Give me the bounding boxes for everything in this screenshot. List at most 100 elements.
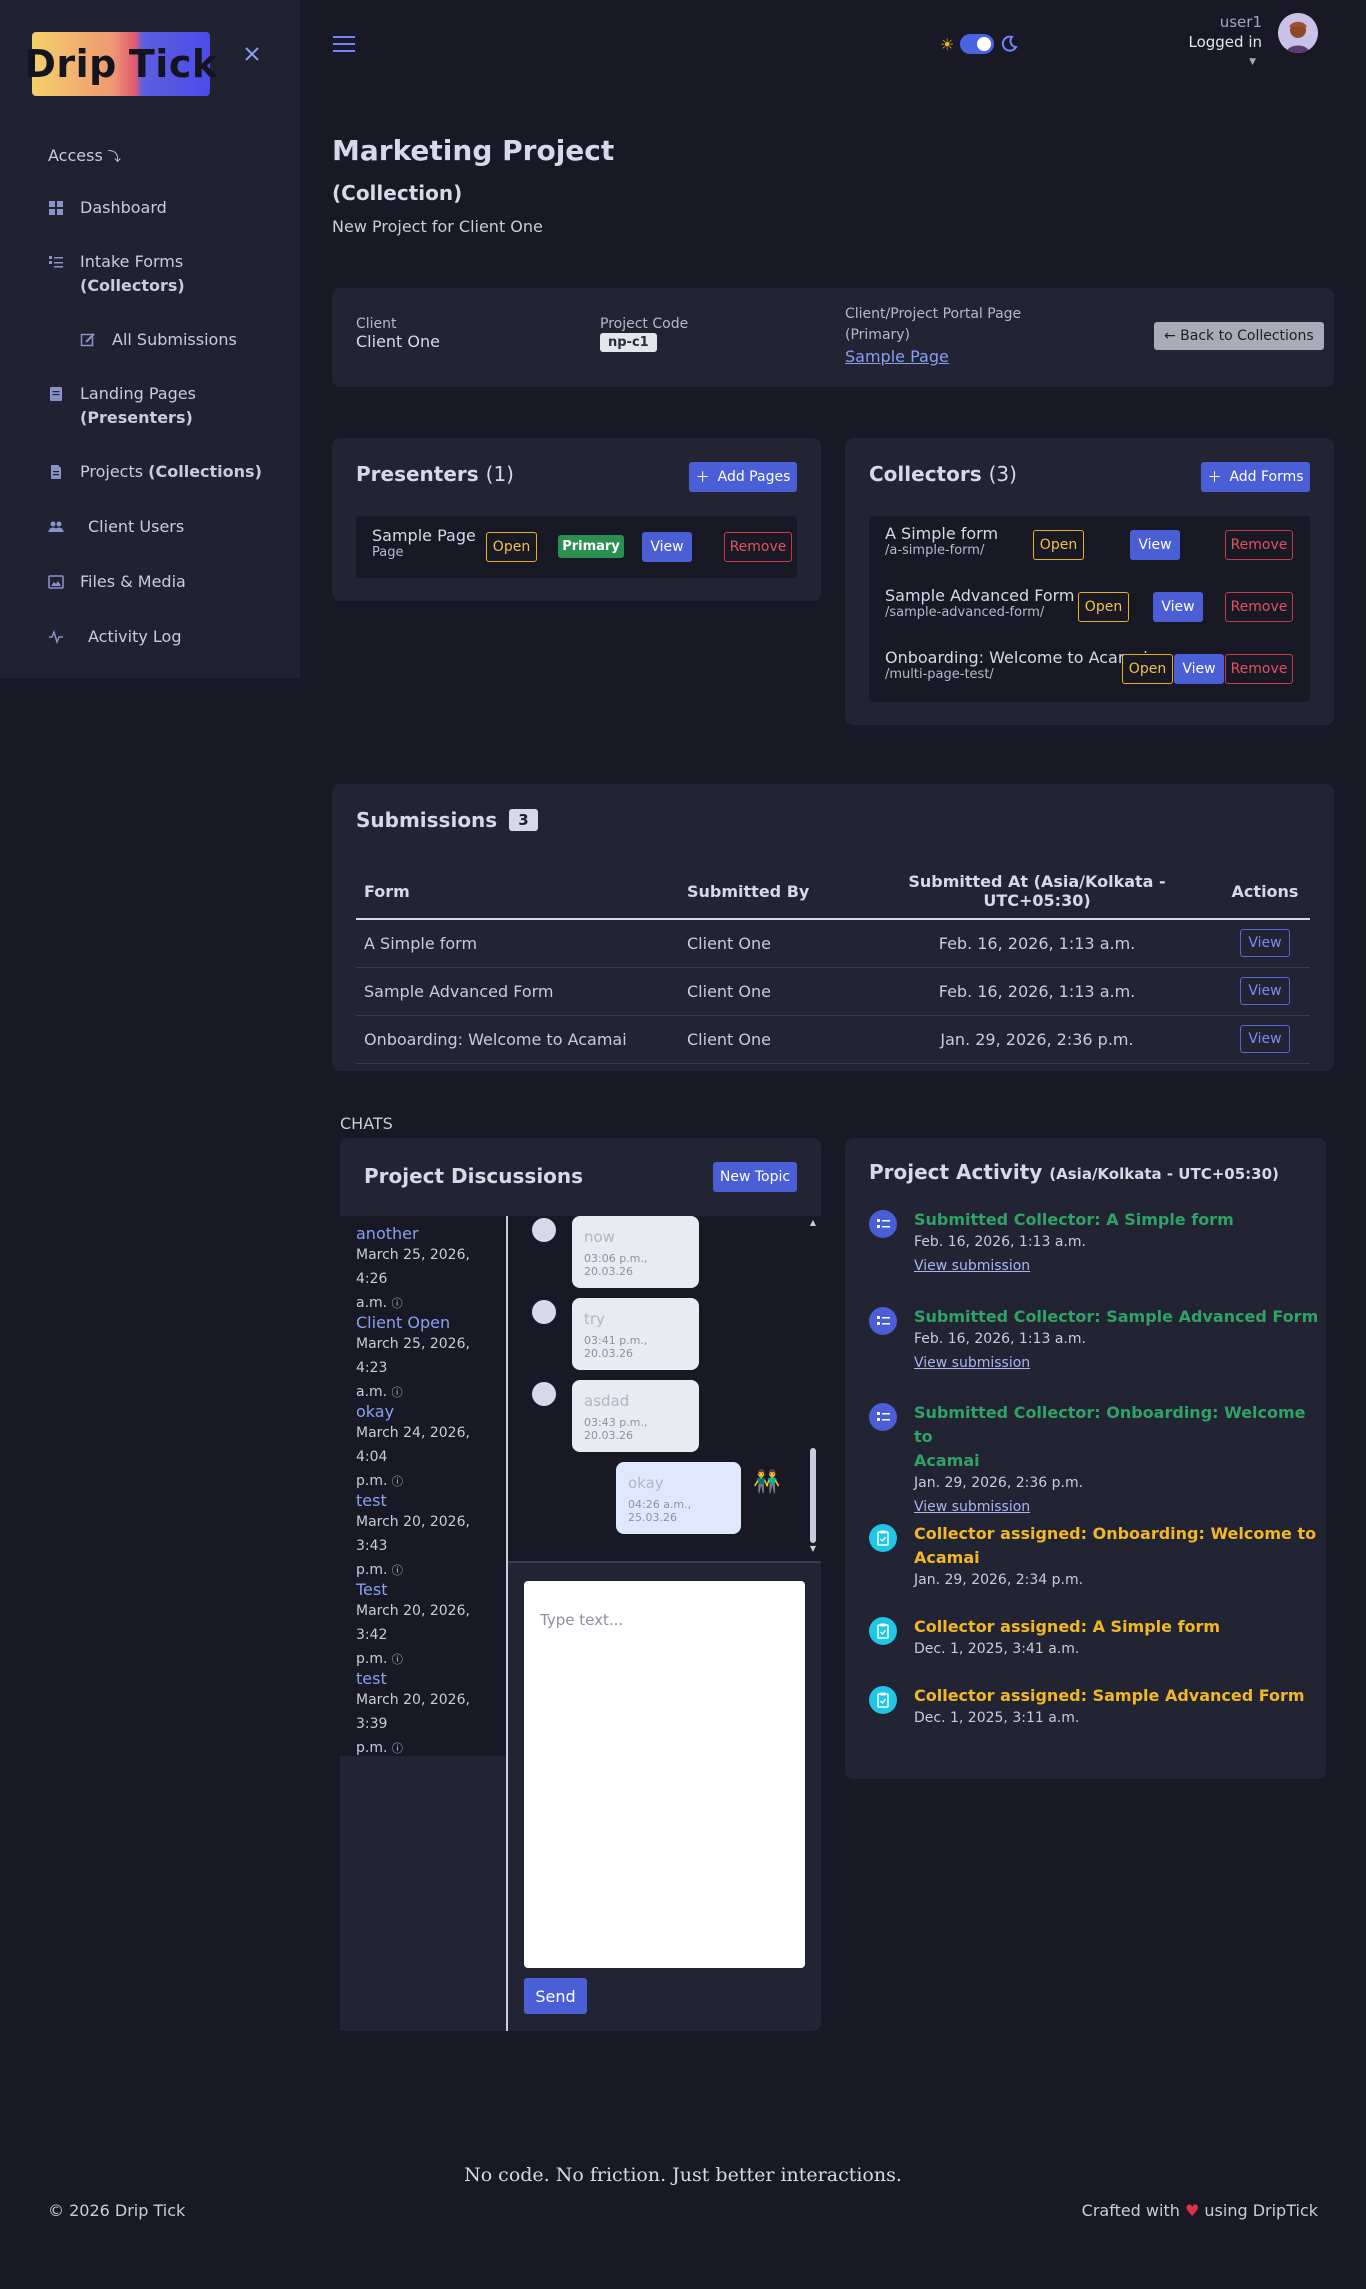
sidebar-item-client-users[interactable]: Client Users xyxy=(48,515,184,539)
sidebar-item-projects[interactable]: Projects (Collections) xyxy=(48,460,262,484)
column-header-actions: Actions xyxy=(1220,864,1310,920)
back-to-collections-button[interactable]: ← Back to Collections xyxy=(1154,322,1324,350)
clipboard-icon xyxy=(869,1524,897,1552)
open-button[interactable]: Open xyxy=(1033,530,1084,560)
message-input[interactable]: Type text... xyxy=(524,1581,805,1968)
view-submission-link[interactable]: View submission xyxy=(914,1353,1318,1373)
view-button[interactable]: View xyxy=(1130,530,1180,560)
column-header-submitted-by: Submitted By xyxy=(679,864,854,920)
open-button[interactable]: Open xyxy=(1122,654,1173,684)
scrollbar-thumb[interactable] xyxy=(810,1448,816,1543)
topic-item[interactable]: Client Open March 25, 2026, 4:23 a.m. ⓘ xyxy=(356,1313,501,1405)
info-icon: ⓘ xyxy=(391,1475,403,1488)
remove-button[interactable]: Remove xyxy=(1225,654,1293,684)
user-menu[interactable]: user1 Logged in ▼ xyxy=(1188,12,1262,72)
theme-switch[interactable]: ☀ xyxy=(940,34,1018,54)
remove-button[interactable]: Remove xyxy=(724,532,792,562)
topic-name: Test xyxy=(356,1580,388,1599)
send-button[interactable]: Send xyxy=(524,1978,587,2014)
view-button[interactable]: View xyxy=(642,532,692,562)
messages-pane: now 03:06 p.m., 20.03.26 try 03:41 p.m., 2… xyxy=(508,1216,821,1561)
topic-name: test xyxy=(356,1669,387,1688)
form-list-icon xyxy=(49,256,63,268)
activity-item-date: Dec. 1, 2025, 3:41 a.m. xyxy=(914,1641,1080,1657)
activity-item-title: Submitted Collector: Onboarding: Welcome… xyxy=(914,1403,1306,1446)
view-submission-button[interactable]: View xyxy=(1240,977,1290,1005)
activity-item-date: Dec. 1, 2025, 3:11 a.m. xyxy=(914,1710,1080,1726)
scroll-up-icon[interactable]: ▲ xyxy=(808,1218,818,1227)
remove-button[interactable]: Remove xyxy=(1225,530,1293,560)
sidebar-item-intake-forms[interactable]: Intake Forms (Collectors) xyxy=(48,250,185,298)
activity-item-date: Jan. 29, 2026, 2:34 p.m. xyxy=(914,1572,1084,1588)
client-value: Client One xyxy=(356,332,440,351)
primary-badge: Primary xyxy=(558,535,624,558)
message-text: now xyxy=(584,1228,615,1246)
add-pages-label: Add Pages xyxy=(717,469,791,485)
close-icon[interactable] xyxy=(240,42,264,66)
view-button[interactable]: View xyxy=(1174,654,1224,684)
avatar-image xyxy=(1278,13,1318,53)
sidebar-item-activity-log[interactable]: Activity Log xyxy=(48,625,182,649)
add-forms-label: Add Forms xyxy=(1229,469,1304,485)
sidebar-item-files-media[interactable]: Files & Media xyxy=(48,570,186,594)
topic-item[interactable]: Test March 20, 2026, 3:42 p.m. ⓘ xyxy=(356,1580,501,1672)
topic-date: March 25, 2026, 4:26 a.m. ⓘ xyxy=(356,1243,501,1316)
footer-tagline: No code. No friction. Just better intera… xyxy=(464,2164,902,2186)
cell-submitted-at: Jan. 29, 2026, 2:36 p.m. xyxy=(854,1015,1220,1064)
sidebar-item-sub: (Collections) xyxy=(148,462,262,481)
new-topic-button[interactable]: New Topic xyxy=(713,1162,797,1192)
activity-timezone: (Asia/Kolkata - UTC+05:30) xyxy=(1049,1165,1279,1183)
collector-name: Sample Advanced Form xyxy=(885,586,1075,605)
theme-toggle[interactable] xyxy=(960,34,995,54)
activity-item: Collector assigned: Onboarding: Welcome … xyxy=(914,1522,1316,1590)
remove-button[interactable]: Remove xyxy=(1225,592,1293,622)
login-status: Logged in xyxy=(1188,33,1262,51)
topic-item[interactable]: okay March 24, 2026, 4:04 p.m. ⓘ xyxy=(356,1402,501,1494)
view-submission-link[interactable]: View submission xyxy=(914,1256,1234,1276)
open-button[interactable]: Open xyxy=(1078,592,1129,622)
access-label[interactable]: Access ⤵ xyxy=(48,146,121,165)
collector-name: Onboarding: Welcome to Acamai xyxy=(885,648,1148,667)
topic-date-line2: p.m. xyxy=(356,1740,388,1756)
activity-item: Collector assigned: A Simple form Dec. 1… xyxy=(914,1615,1220,1659)
page-subtitle: (Collection) xyxy=(332,181,463,205)
sidebar-item-landing-pages[interactable]: Landing Pages (Presenters) xyxy=(48,382,196,430)
message-input-placeholder: Type text... xyxy=(540,1611,624,1629)
sidebar-item-sub: (Presenters) xyxy=(80,408,193,427)
sidebar-item-label: Activity Log xyxy=(88,627,182,646)
topic-item[interactable]: test March 20, 2026, 3:39 p.m. ⓘ xyxy=(356,1669,501,1761)
collectors-title-text: Collectors xyxy=(869,462,982,486)
page-title: Marketing Project xyxy=(332,134,615,167)
open-button[interactable]: Open xyxy=(486,532,537,562)
portal-page-link[interactable]: Sample Page xyxy=(845,347,949,366)
chats-section-label: CHATS xyxy=(340,1114,393,1133)
topic-item[interactable]: another March 25, 2026, 4:26 a.m. ⓘ xyxy=(356,1224,501,1316)
people-emoji-icon: 👬 xyxy=(753,1470,781,1495)
brand-logo[interactable]: Drip Tick xyxy=(24,32,217,96)
message-time: 03:41 p.m., 20.03.26 xyxy=(584,1334,648,1360)
view-submission-button[interactable]: View xyxy=(1240,1025,1290,1053)
cell-form: A Simple form xyxy=(356,919,679,968)
activity-item: Submitted Collector: Sample Advanced For… xyxy=(914,1305,1318,1373)
sidebar-item-dashboard[interactable]: Dashboard xyxy=(48,196,167,220)
scroll-down-icon[interactable]: ▼ xyxy=(808,1544,818,1553)
add-pages-button[interactable]: ＋ Add Pages xyxy=(689,462,797,492)
sidebar-item-label: Files & Media xyxy=(80,572,186,591)
info-icon: ⓘ xyxy=(391,1742,403,1755)
footer-crafted: Crafted with ♥ using DripTick xyxy=(1082,2201,1318,2220)
view-button[interactable]: View xyxy=(1153,592,1203,622)
collector-path: /sample-advanced-form/ xyxy=(885,605,1045,620)
column-header-submitted-at: Submitted At (Asia/Kolkata - UTC+05:30) xyxy=(854,864,1220,920)
scrollbar[interactable]: ▲ ▼ xyxy=(808,1218,818,1558)
view-submission-button[interactable]: View xyxy=(1240,929,1290,958)
avatar[interactable] xyxy=(1278,13,1318,53)
view-submission-link[interactable]: View submission xyxy=(914,1497,1326,1517)
presenters-card: Presenters (1) ＋ Add Pages Sample Page Pa… xyxy=(332,438,821,601)
page-description: New Project for Client One xyxy=(332,217,543,236)
add-forms-button[interactable]: ＋ Add Forms xyxy=(1201,462,1310,492)
sidebar-item-all-submissions[interactable]: All Submissions xyxy=(80,328,237,352)
topic-date: March 24, 2026, 4:04 p.m. ⓘ xyxy=(356,1421,501,1494)
menu-toggle-icon[interactable] xyxy=(333,36,355,54)
topic-item[interactable]: test March 20, 2026, 3:43 p.m. ⓘ xyxy=(356,1491,501,1583)
portal-sub-label: (Primary) xyxy=(845,327,911,343)
